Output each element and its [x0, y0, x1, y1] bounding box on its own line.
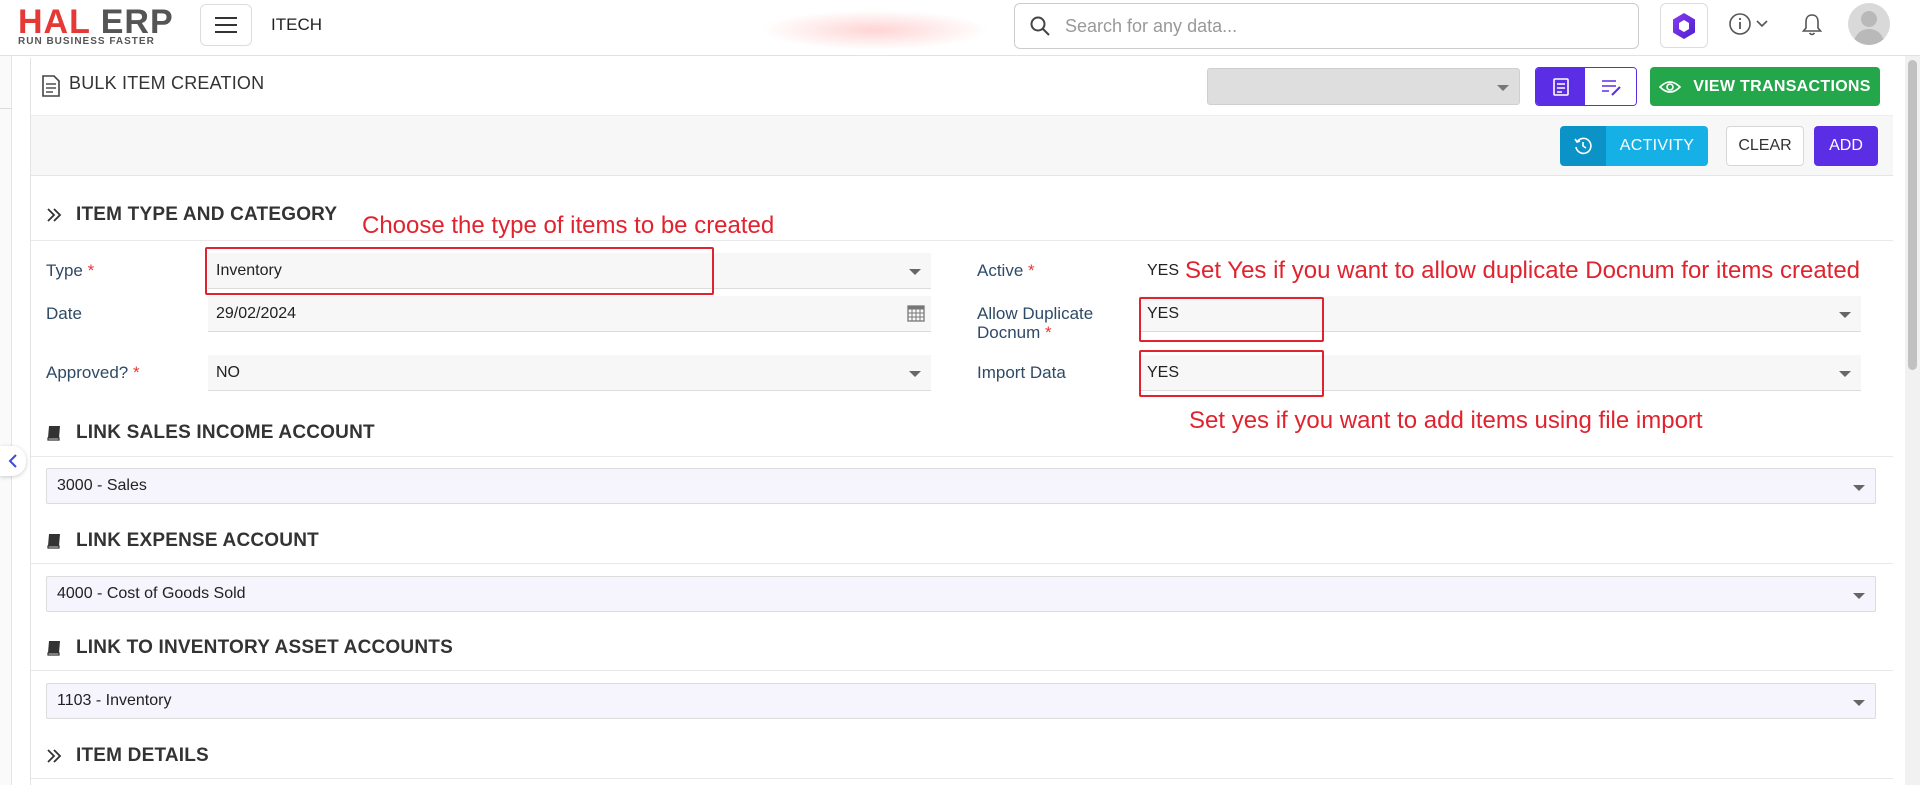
search-icon [1030, 16, 1050, 36]
eye-icon [1659, 80, 1682, 93]
section-divider [31, 670, 1893, 671]
add-button[interactable]: ADD [1814, 126, 1878, 166]
date-field[interactable]: 29/02/2024 [208, 296, 931, 332]
document-add-icon [1552, 77, 1569, 96]
scrollbar-thumb[interactable] [1908, 60, 1917, 370]
section-inventory-asset[interactable]: LINK TO INVENTORY ASSET ACCOUNTS [46, 637, 453, 659]
mode-toggle-group [1535, 67, 1637, 106]
hamburger-menu-button[interactable] [200, 4, 252, 46]
required-mark: * [1045, 323, 1052, 342]
book-icon [47, 426, 60, 441]
global-search[interactable] [1014, 3, 1639, 49]
user-silhouette-icon [1853, 11, 1885, 45]
activity-button[interactable]: ACTIVITY [1560, 126, 1708, 166]
type-label: Type * [46, 261, 95, 280]
dropdown-caret-icon [1853, 485, 1865, 491]
info-dropdown[interactable] [1728, 12, 1768, 36]
sales-income-account-select[interactable]: 3000 - Sales [46, 468, 1876, 504]
record-select[interactable] [1207, 68, 1520, 105]
book-icon [47, 641, 60, 656]
dropdown-caret-icon [1853, 593, 1865, 599]
expense-account-value: 4000 - Cost of Goods Sold [57, 585, 246, 602]
assistant-button[interactable] [1660, 3, 1708, 48]
section-divider [31, 240, 1893, 241]
company-name: ITECH [271, 15, 322, 34]
section-divider [31, 456, 1893, 457]
allow-duplicate-label: Allow Duplicate Docnum * [977, 304, 1094, 342]
list-edit-icon [1601, 79, 1621, 96]
activity-label: ACTIVITY [1606, 126, 1708, 166]
top-bar: HAL ERP RUN BUSINESS FASTER ITECH [0, 0, 1920, 56]
dropdown-caret-icon [1497, 85, 1509, 91]
approved-label: Approved? * [46, 363, 140, 382]
duplicate-annotation: Set Yes if you want to allow duplicate D… [1185, 257, 1861, 284]
date-label: Date [46, 304, 82, 323]
hal-erp-logo[interactable]: HAL ERP RUN BUSINESS FASTER [18, 3, 183, 48]
hamburger-icon [215, 17, 237, 33]
panel-header: BULK ITEM CREATION VIEW TRANSACTIONS [31, 58, 1893, 116]
document-icon [42, 75, 60, 97]
info-icon [1729, 13, 1751, 35]
import-data-highlight-box [1139, 350, 1324, 397]
logo-wordmark: HAL ERP [18, 3, 174, 41]
section-divider [31, 778, 1893, 779]
dropdown-caret-icon [1839, 371, 1851, 377]
active-label: Active * [977, 261, 1035, 280]
sidebar-toggle-button[interactable] [0, 446, 26, 476]
chevron-left-icon [8, 454, 17, 468]
double-chevron-right-icon [47, 749, 62, 763]
active-value: YES [1147, 262, 1180, 279]
chevron-down-icon [1756, 20, 1768, 28]
dropdown-caret-icon [909, 371, 921, 377]
view-transactions-button[interactable]: VIEW TRANSACTIONS [1650, 67, 1880, 106]
sidebar-divider [0, 108, 12, 109]
required-mark: * [1028, 261, 1035, 280]
type-annotation: Choose the type of items to be created [362, 212, 775, 239]
page-title: BULK ITEM CREATION [69, 73, 265, 93]
calendar-icon[interactable] [907, 304, 925, 322]
required-mark: * [87, 261, 95, 280]
approved-value: NO [216, 363, 240, 381]
bell-icon [1801, 14, 1823, 36]
date-value: 29/02/2024 [216, 304, 297, 322]
decorative-glow [760, 10, 990, 50]
sales-income-account-value: 3000 - Sales [57, 477, 147, 494]
hexagon-logo-icon [1673, 12, 1695, 39]
section-item-details-title: ITEM DETAILS [76, 745, 209, 766]
section-divider [31, 563, 1893, 564]
history-icon [1574, 137, 1592, 155]
dropdown-caret-icon [909, 269, 921, 275]
inventory-asset-account-value: 1103 - Inventory [57, 692, 172, 709]
section-expense-title: LINK EXPENSE ACCOUNT [76, 530, 319, 551]
section-inventory-asset-title: LINK TO INVENTORY ASSET ACCOUNTS [76, 637, 453, 658]
import-annotation: Set yes if you want to add items using f… [1189, 407, 1703, 434]
action-bar: ACTIVITY CLEAR ADD [31, 116, 1893, 176]
notifications-button[interactable] [1800, 12, 1824, 43]
expense-account-select[interactable]: 4000 - Cost of Goods Sold [46, 576, 1876, 612]
section-sales-income[interactable]: LINK SALES INCOME ACCOUNT [46, 422, 375, 444]
double-chevron-right-icon [47, 208, 62, 222]
dropdown-caret-icon [1853, 700, 1865, 706]
section-item-details[interactable]: ITEM DETAILS [46, 745, 209, 767]
approved-select[interactable]: NO [208, 355, 931, 391]
allow-duplicate-highlight-box [1139, 297, 1324, 342]
required-mark: * [132, 363, 140, 382]
book-icon [47, 534, 60, 549]
section-sales-income-title: LINK SALES INCOME ACCOUNT [76, 422, 375, 443]
activity-icon-area [1560, 126, 1606, 166]
view-transactions-label: VIEW TRANSACTIONS [1693, 77, 1871, 95]
import-data-label: Import Data [977, 363, 1066, 382]
clear-button[interactable]: CLEAR [1726, 126, 1804, 166]
dropdown-caret-icon [1839, 312, 1851, 318]
sidebar-strip [0, 56, 12, 785]
inventory-asset-account-select[interactable]: 1103 - Inventory [46, 683, 1876, 719]
type-highlight-box [205, 247, 714, 295]
edit-mode-button[interactable] [1585, 68, 1636, 105]
section-expense[interactable]: LINK EXPENSE ACCOUNT [46, 530, 319, 552]
new-mode-button[interactable] [1536, 68, 1586, 105]
section-item-type-title: ITEM TYPE AND CATEGORY [76, 204, 338, 225]
section-item-type[interactable]: ITEM TYPE AND CATEGORY [46, 204, 337, 226]
user-avatar[interactable] [1848, 3, 1890, 45]
search-input[interactable] [1065, 15, 1625, 37]
